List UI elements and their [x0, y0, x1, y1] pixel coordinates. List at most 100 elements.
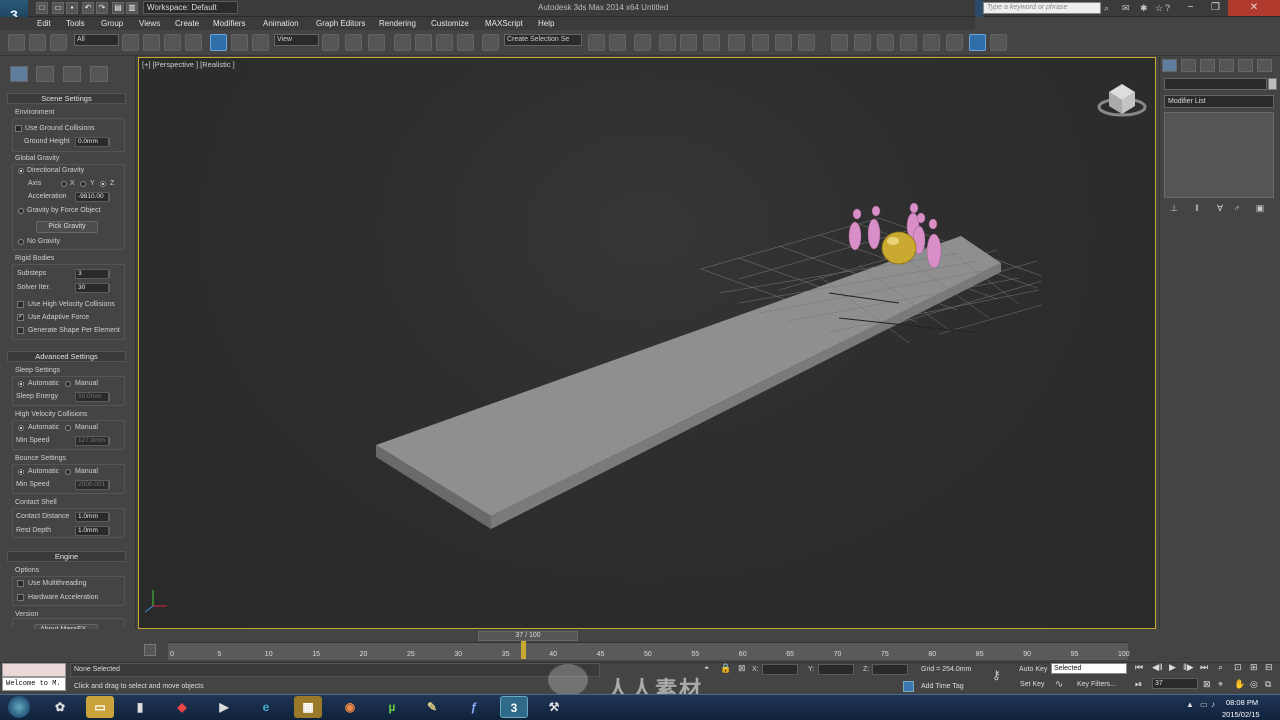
material-editor-icon[interactable] — [728, 34, 745, 51]
align-icon[interactable] — [609, 34, 626, 51]
sleep-manual-radio[interactable] — [65, 381, 71, 387]
axis-y-radio[interactable] — [80, 181, 86, 187]
maxscript-listener[interactable] — [2, 663, 66, 677]
workspace-dropdown[interactable]: Workspace: Default — [143, 1, 238, 14]
menu-group[interactable]: Group — [101, 19, 123, 28]
time-cursor[interactable] — [520, 641, 526, 659]
communication-icon[interactable]: ✱ — [1140, 3, 1148, 14]
no-gravity-radio[interactable] — [18, 239, 24, 245]
menu-maxscript[interactable]: MAXScript — [485, 19, 523, 28]
play-icon[interactable]: ▶ — [1169, 662, 1176, 673]
zoom-extents-icon[interactable]: ⊡ — [1234, 662, 1242, 673]
y-coord-field[interactable] — [818, 664, 854, 675]
file-explorer-icon[interactable]: ▭ — [86, 696, 114, 718]
show-end-result-icon[interactable]: ‖ — [1192, 203, 1202, 213]
snaps-toggle-icon[interactable] — [394, 34, 411, 51]
set-key-icon[interactable]: ⚷ — [992, 668, 1001, 682]
manage-layers-icon[interactable] — [634, 34, 651, 51]
bind-space-warp-icon[interactable] — [50, 34, 67, 51]
hv-min-speed-spinner[interactable]: 127.0mm — [75, 436, 110, 446]
rigid-body-icon[interactable] — [854, 34, 871, 51]
play-simulation-icon[interactable] — [969, 34, 986, 51]
hv-automatic-radio[interactable] — [18, 425, 24, 431]
curve-editor-icon[interactable] — [680, 34, 697, 51]
hold-icon[interactable]: ▤ — [112, 2, 124, 14]
solver-iterations-spinner[interactable]: 30 — [75, 283, 110, 293]
viewcube-icon[interactable] — [1097, 84, 1147, 117]
select-and-move-icon[interactable] — [210, 34, 227, 51]
display-tab-icon[interactable] — [1238, 59, 1253, 72]
previous-frame-icon[interactable]: ◀‖ — [1152, 662, 1163, 673]
acceleration-spinner[interactable]: -9810.00 — [75, 192, 110, 202]
x-coord-field[interactable] — [762, 664, 798, 675]
contact-distance-spinner[interactable]: 1.0mm — [75, 512, 110, 522]
maxscript-mini-listener[interactable]: Welcome to M. — [2, 677, 66, 691]
modifier-stack[interactable] — [1164, 112, 1274, 198]
directional-gravity-radio[interactable] — [18, 168, 24, 174]
world-parameters-tab[interactable] — [10, 66, 28, 82]
edit-named-selection-icon[interactable] — [482, 34, 499, 51]
tool-app-icon-2[interactable]: ⚒ — [540, 696, 568, 718]
subscription-icon[interactable]: ✉ — [1122, 3, 1130, 14]
isolate-selection-icon[interactable]: ◓ — [704, 663, 709, 673]
select-and-scale-icon[interactable] — [252, 34, 269, 51]
menu-animation[interactable]: Animation — [263, 19, 299, 28]
search-icon[interactable]: ⌕ — [1104, 3, 1109, 14]
gravity-by-force-radio[interactable] — [18, 208, 24, 214]
reference-coordinate-dropdown[interactable]: View — [274, 34, 319, 46]
menu-help[interactable]: Help — [538, 19, 554, 28]
tray-arrow-icon[interactable]: ▲ — [1186, 700, 1194, 709]
motion-tab-icon[interactable] — [1219, 59, 1234, 72]
modify-tab-icon[interactable] — [1181, 59, 1196, 72]
render-setup-icon[interactable] — [752, 34, 769, 51]
z-coord-field[interactable] — [872, 664, 908, 675]
search-input[interactable]: Type a keyword or phrase — [983, 2, 1101, 14]
object-name-field[interactable] — [1164, 78, 1267, 90]
menu-graph-editors[interactable]: Graph Editors — [316, 19, 365, 28]
orbit-icon[interactable]: ◎ — [1250, 679, 1258, 690]
engine-rollout[interactable]: Engine — [7, 551, 126, 562]
media-player-icon[interactable]: ▶ — [210, 696, 238, 718]
chrome-icon[interactable]: ◉ — [336, 696, 364, 718]
time-slider[interactable]: 37 / 100 — [478, 631, 578, 641]
display-options-tab[interactable] — [90, 66, 108, 82]
mini-curve-editor-icon[interactable] — [144, 644, 156, 656]
rendered-frame-window-icon[interactable] — [775, 34, 792, 51]
modifier-list-dropdown[interactable]: Modifier List — [1164, 95, 1274, 108]
pin-stack-icon[interactable]: ⊥ — [1169, 203, 1179, 213]
add-time-tag[interactable]: Add Time Tag — [921, 683, 964, 690]
undo-icon[interactable]: ↶ — [82, 2, 94, 14]
bounce-min-speed-spinner[interactable]: 2000.001 — [75, 480, 110, 490]
start-button[interactable] — [8, 696, 30, 718]
selection-filter-dropdown[interactable]: All — [74, 34, 119, 46]
schematic-view-icon[interactable] — [703, 34, 720, 51]
use-ground-checkbox[interactable] — [15, 125, 22, 132]
clock-date[interactable]: 2015/02/15 — [1222, 710, 1260, 719]
named-selection-dropdown[interactable]: Create Selection Se — [504, 34, 582, 46]
bounce-automatic-radio[interactable] — [18, 469, 24, 475]
media-app-icon[interactable]: ◆ — [168, 696, 196, 718]
unlink-selection-icon[interactable] — [29, 34, 46, 51]
next-frame-icon[interactable]: ‖▶ — [1183, 662, 1194, 673]
reset-simulation-icon[interactable] — [946, 34, 963, 51]
hardware-acceleration-checkbox[interactable] — [17, 594, 24, 601]
selection-lock-icon[interactable]: 🔒 — [720, 663, 731, 674]
multi-object-editor-tab[interactable] — [63, 66, 81, 82]
time-configuration-icon[interactable]: ⊠ — [1203, 679, 1211, 690]
set-key-button[interactable]: Set Key — [1020, 681, 1045, 688]
pivot-center-icon[interactable] — [322, 34, 339, 51]
menu-rendering[interactable]: Rendering — [379, 19, 416, 28]
substeps-spinner[interactable]: 3 — [75, 269, 110, 279]
key-mode-toggle-icon[interactable]: ⏯ — [1135, 679, 1142, 690]
current-frame-field[interactable]: 37 — [1152, 678, 1198, 689]
zoom-all-icon[interactable]: ⊞ — [1250, 662, 1258, 673]
object-color-swatch[interactable] — [1268, 78, 1277, 90]
menu-edit[interactable]: Edit — [37, 19, 51, 28]
hv-manual-radio[interactable] — [65, 425, 71, 431]
constraint-icon[interactable] — [900, 34, 917, 51]
help-icon[interactable]: ? — [1165, 3, 1170, 13]
multithreading-checkbox[interactable] — [17, 580, 24, 587]
favorites-icon[interactable]: ☆ — [1155, 3, 1163, 14]
bowling-ball[interactable] — [881, 231, 917, 265]
auto-key-button[interactable]: Auto Key — [1019, 666, 1047, 673]
